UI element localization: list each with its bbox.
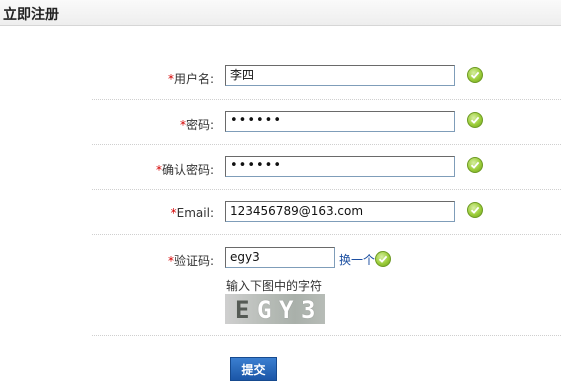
username-label: *用户名: xyxy=(167,72,214,86)
email-field[interactable]: 123456789@163.com xyxy=(225,201,455,222)
page-title: 立即注册 xyxy=(3,7,59,23)
password-label: *密码: xyxy=(179,118,214,132)
check-icon xyxy=(467,67,483,83)
captcha-hint: 输入下图中的字符 xyxy=(226,279,323,293)
refresh-captcha-link[interactable]: 换一个 xyxy=(339,251,375,268)
confirm-password-field[interactable]: •••••• xyxy=(225,156,455,177)
check-icon xyxy=(467,157,483,173)
check-icon xyxy=(467,112,483,128)
password-field[interactable]: •••••• xyxy=(225,111,455,132)
email-label: *Email: xyxy=(170,206,214,220)
captcha-label: *验证码: xyxy=(167,254,214,268)
submit-button[interactable]: 提交 xyxy=(230,357,277,381)
check-icon xyxy=(467,202,483,218)
captcha-char: E xyxy=(235,296,250,324)
captcha-image[interactable]: E G Y 3 xyxy=(225,294,325,324)
page-header: 立即注册 xyxy=(0,0,561,26)
username-field[interactable]: 李四 xyxy=(225,65,455,86)
captcha-field[interactable]: egy3 xyxy=(225,247,335,268)
check-icon xyxy=(375,251,391,267)
captcha-char: Y xyxy=(279,296,294,324)
captcha-char: G xyxy=(257,296,272,324)
captcha-char: 3 xyxy=(301,296,316,324)
confirm-password-label: *确认密码: xyxy=(155,163,214,177)
